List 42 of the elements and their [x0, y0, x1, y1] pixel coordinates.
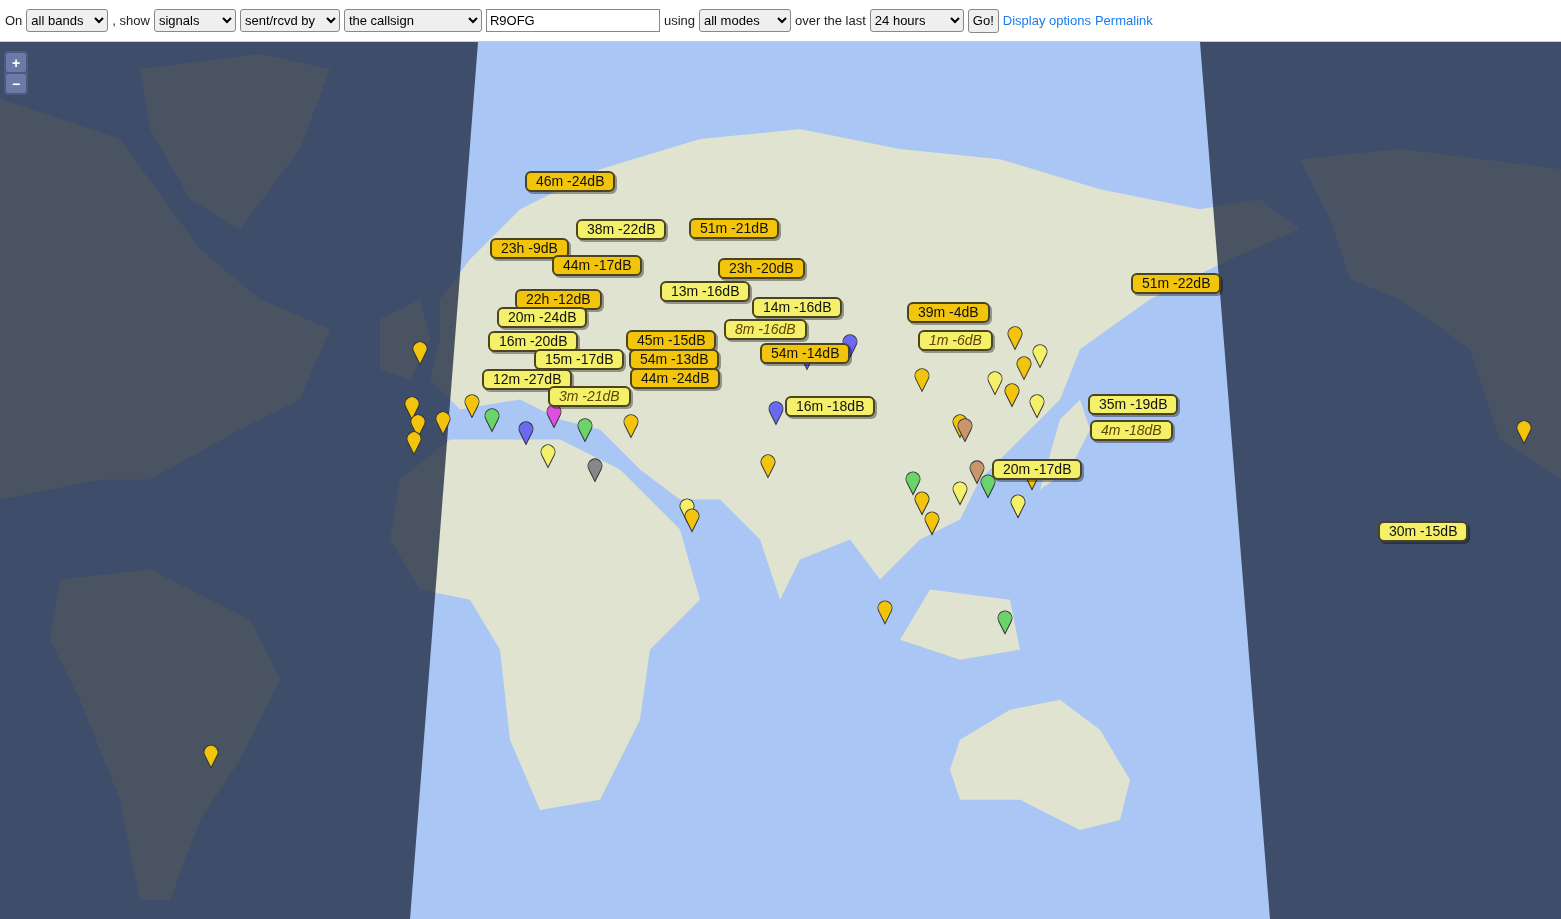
- signal-report-label[interactable]: 1m -6dB: [918, 330, 993, 351]
- toolbar-label: over the last: [795, 13, 866, 28]
- signal-report-label[interactable]: 30m -15dB: [1378, 521, 1469, 542]
- toolbar-link[interactable]: Permalink: [1094, 13, 1153, 28]
- toolbar-label: using: [663, 13, 695, 28]
- toolbar-link[interactable]: Display options: [1002, 13, 1091, 28]
- signal-report-label[interactable]: 45m -15dB: [626, 330, 717, 351]
- zoom-out-button[interactable]: −: [6, 74, 26, 93]
- signal-report-label[interactable]: 20m -17dB: [992, 459, 1083, 480]
- signals-dropdown[interactable]: signals: [153, 9, 236, 32]
- signal-report-label[interactable]: 3m -21dB: [548, 386, 631, 407]
- signal-report-label[interactable]: 8m -16dB: [724, 319, 807, 340]
- signal-report-label[interactable]: 54m -13dB: [629, 349, 720, 370]
- signal-report-label[interactable]: 44m -24dB: [630, 368, 721, 389]
- signal-report-label[interactable]: 51m -22dB: [1131, 273, 1222, 294]
- callsign-type-dropdown[interactable]: the callsign: [343, 9, 482, 32]
- mode-dropdown[interactable]: all modes: [699, 9, 791, 32]
- signal-report-label[interactable]: 16m -18dB: [785, 396, 876, 417]
- signal-report-label[interactable]: 23h -20dB: [718, 258, 805, 279]
- go-button[interactable]: Go!: [967, 8, 999, 33]
- signal-report-label[interactable]: 46m -24dB: [525, 171, 616, 192]
- signal-report-label[interactable]: 54m -14dB: [760, 343, 851, 364]
- signal-report-label[interactable]: 16m -20dB: [488, 331, 579, 352]
- callsign-input[interactable]: R9OFG: [485, 9, 660, 32]
- toolbar-label: On: [5, 13, 23, 28]
- signal-report-label[interactable]: 14m -16dB: [752, 297, 843, 318]
- signal-report-label[interactable]: 51m -21dB: [689, 218, 780, 239]
- zoom-in-button[interactable]: +: [6, 53, 26, 72]
- direction-dropdown[interactable]: sent/rcvd by: [239, 9, 340, 32]
- signal-report-label[interactable]: 23h -9dB: [490, 238, 569, 259]
- signal-report-label[interactable]: 35m -19dB: [1088, 394, 1179, 415]
- signal-report-label[interactable]: 44m -17dB: [552, 255, 643, 276]
- signal-report-label[interactable]: 20m -24dB: [497, 307, 588, 328]
- signal-report-label[interactable]: 15m -17dB: [534, 349, 625, 370]
- band-dropdown[interactable]: all bands: [26, 9, 109, 32]
- signal-report-label[interactable]: 4m -18dB: [1090, 420, 1173, 441]
- signal-report-label[interactable]: 12m -27dB: [482, 369, 573, 390]
- signal-report-label[interactable]: 38m -22dB: [576, 219, 667, 240]
- signal-report-label[interactable]: 39m -4dB: [907, 302, 990, 323]
- toolbar-label: , show: [112, 13, 150, 28]
- time-range-dropdown[interactable]: 24 hours: [869, 9, 964, 32]
- signal-report-label[interactable]: 13m -16dB: [660, 281, 751, 302]
